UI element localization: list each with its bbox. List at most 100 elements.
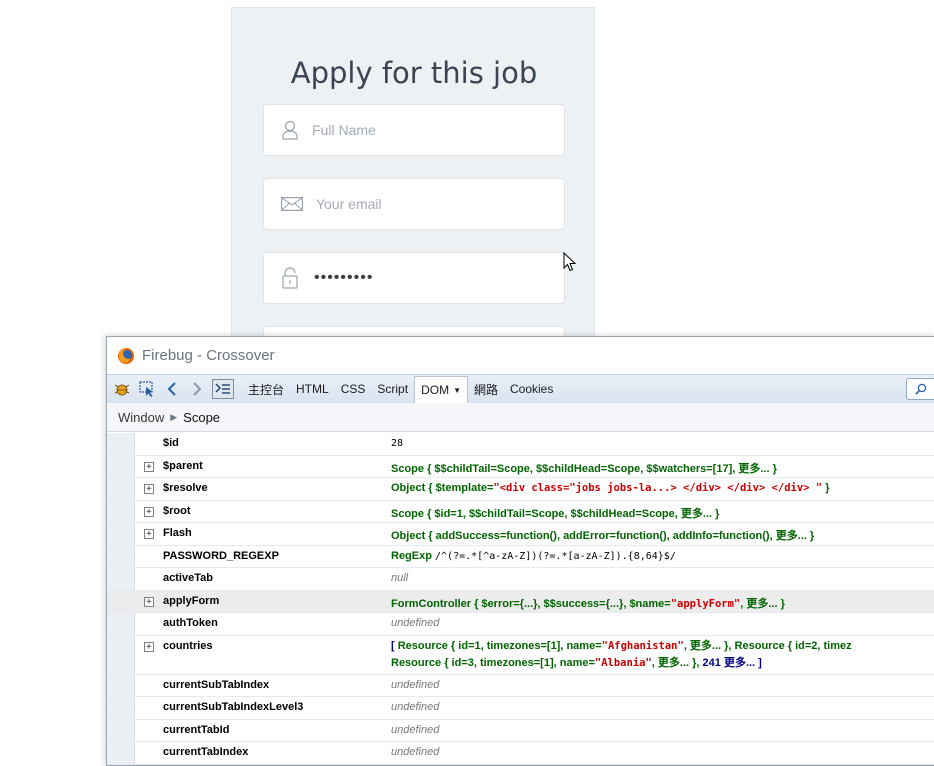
value-string: "<div class="jobs jobs-la...> </div> </d… <box>493 482 823 494</box>
value-object[interactable]: Resource { id=3, timezones=[1], name= <box>391 657 595 669</box>
property-name: applyForm <box>163 594 220 607</box>
property-name: currentTabId <box>163 723 230 736</box>
command-line-icon[interactable] <box>212 379 234 399</box>
value-undefined: undefined <box>391 701 440 713</box>
password-value: ••••••••• <box>314 269 374 286</box>
property-value[interactable]: [ Resource { id=1, timezones=[1], name="… <box>391 638 934 672</box>
expand-toggle-icon[interactable]: + <box>144 529 154 539</box>
value-type: RegExp <box>391 549 436 562</box>
dom-row[interactable]: + $resolve Object { $template="<div class=… <box>107 478 934 501</box>
value-object-end: , 更多... }, <box>683 639 735 652</box>
property-name: $root <box>163 504 191 517</box>
expand-toggle-icon[interactable]: + <box>144 484 154 494</box>
breadcrumb-scope[interactable]: Scope <box>183 410 220 425</box>
expand-toggle-icon[interactable]: + <box>144 596 154 607</box>
dom-row[interactable]: currentSubTabIndex undefined <box>107 675 934 697</box>
dom-row[interactable]: currentTabIndex undefined <box>107 742 934 765</box>
back-icon[interactable] <box>162 379 182 399</box>
array-more[interactable]: 241 更多... ] <box>703 657 762 669</box>
dom-row[interactable]: + applyForm FormController { $error={...},… <box>107 590 934 613</box>
value-undefined: null <box>391 572 409 584</box>
value-object-end: } <box>822 482 830 494</box>
dom-row[interactable]: activeTab null <box>107 568 934 591</box>
search-icon <box>915 383 927 395</box>
dom-row[interactable]: + Flash Object { addSuccess=function(), ad… <box>107 523 934 546</box>
dom-row[interactable]: PASSWORD_REGEXP RegExp /^(?=.*[^a-zA-Z])(… <box>107 546 934 568</box>
mouse-cursor-icon <box>563 252 577 272</box>
value-number: 28 <box>391 438 404 449</box>
expand-toggle-icon[interactable]: + <box>144 506 154 517</box>
value-string: "Albania" <box>594 656 652 669</box>
property-name: countries <box>163 639 213 652</box>
property-value[interactable]: undefined <box>391 701 934 713</box>
tab-dom[interactable]: DOM ▼ <box>414 375 468 404</box>
password-field[interactable]: ••••••••• <box>263 252 565 304</box>
dom-row[interactable]: + $root Scope { $id=1, $$childTail=Scope, … <box>107 501 934 523</box>
property-value[interactable]: undefined <box>391 746 934 758</box>
property-name: currentSubTabIndex <box>163 678 270 691</box>
property-name: $parent <box>163 459 203 472</box>
forward-icon[interactable] <box>187 379 207 399</box>
expand-toggle-icon[interactable]: + <box>144 461 154 472</box>
value-object[interactable]: Scope { $id=1, $$childTail=Scope, $$chil… <box>391 508 719 520</box>
dom-row[interactable]: + countries [ Resource { id=1, timezones=[… <box>107 636 934 675</box>
value-object[interactable]: Scope { $$childTail=Scope, $$childHead=S… <box>391 463 777 475</box>
value-undefined: undefined <box>391 746 440 758</box>
dom-row[interactable]: currentSubTabIndexLevel3 undefined <box>107 697 934 720</box>
value-object[interactable]: Object { addSuccess=function(), addError… <box>391 530 814 542</box>
expand-toggle-icon[interactable]: + <box>144 641 154 652</box>
chevron-right-icon: ▶ <box>170 411 178 422</box>
value-object[interactable]: Resource { id=1, timezones=[1], name= <box>398 640 602 652</box>
value-undefined: undefined <box>391 723 440 736</box>
property-value[interactable]: undefined <box>391 724 934 736</box>
property-name: authToken <box>163 617 218 629</box>
property-value[interactable]: RegExp /^(?=.*[^a-zA-Z])(?=.*[a-zA-Z]).{… <box>391 550 934 562</box>
chevron-down-icon[interactable]: ▼ <box>453 386 461 395</box>
dom-row[interactable]: + $parent Scope { $$childTail=Scope, $$chi… <box>107 456 934 478</box>
property-name: PASSWORD_REGEXP <box>163 549 279 562</box>
dom-row[interactable]: currentTabId undefined <box>107 720 934 742</box>
email-field[interactable]: Your email <box>263 178 565 230</box>
property-value[interactable]: Scope { $$childTail=Scope, $$childHead=S… <box>391 460 934 476</box>
tab-cookies[interactable]: Cookies <box>504 376 559 402</box>
lock-icon <box>280 267 300 289</box>
form-title: Apply for this job <box>290 56 538 90</box>
property-name: $id <box>163 437 179 449</box>
property-name: currentTabIndex <box>163 746 249 758</box>
firefox-icon <box>118 347 134 364</box>
value-object[interactable]: Object { $template= <box>391 482 493 494</box>
property-value[interactable]: undefined <box>391 617 934 629</box>
dom-row[interactable]: $id 28 <box>107 433 934 456</box>
property-name: Flash <box>163 527 192 539</box>
tab-css[interactable]: CSS <box>335 376 372 402</box>
property-value[interactable]: 28 <box>391 437 934 449</box>
firebug-toolbar: 主控台 HTML CSS Script DOM ▼ 網路 Cookies <box>107 374 934 404</box>
inspect-icon[interactable] <box>137 379 157 399</box>
property-value[interactable]: Scope { $id=1, $$childTail=Scope, $$chil… <box>391 505 934 521</box>
firebug-window: Firebug - Crossover 主控台 HTML CSS Script … <box>106 336 934 766</box>
property-value[interactable]: undefined <box>391 679 934 691</box>
value-undefined: undefined <box>391 678 440 691</box>
window-title: Firebug - Crossover <box>142 347 275 364</box>
value-object[interactable]: Resource { id=2, timez <box>735 640 852 652</box>
property-value[interactable]: null <box>391 572 934 584</box>
firebug-bug-icon[interactable] <box>112 379 132 399</box>
breadcrumb: Window ▶ Scope <box>107 403 934 432</box>
property-value[interactable]: Object { $template="<div class="jobs job… <box>391 482 934 494</box>
dom-row[interactable]: authToken undefined <box>107 613 934 636</box>
property-value[interactable]: FormController { $error={...}, $$success… <box>391 595 934 611</box>
breadcrumb-window[interactable]: Window <box>118 410 164 425</box>
tab-script[interactable]: Script <box>371 376 414 402</box>
firebug-titlebar[interactable]: Firebug - Crossover <box>107 337 934 374</box>
full-name-field[interactable]: Full Name <box>263 104 565 156</box>
tab-html[interactable]: HTML <box>290 376 335 402</box>
search-input[interactable] <box>906 378 934 400</box>
tab-console[interactable]: 主控台 <box>242 376 290 402</box>
tab-net[interactable]: 網路 <box>468 376 504 402</box>
value-regex: /^(?=.*[^a-zA-Z])(?=.*[a-zA-Z]).{8,64}$/ <box>435 550 676 562</box>
property-name: $resolve <box>163 482 208 494</box>
user-icon <box>280 120 300 140</box>
value-object[interactable]: FormController { $error={...}, $$success… <box>391 598 671 610</box>
property-value[interactable]: Object { addSuccess=function(), addError… <box>391 527 934 543</box>
value-string: "Afghanistan" <box>601 639 684 652</box>
